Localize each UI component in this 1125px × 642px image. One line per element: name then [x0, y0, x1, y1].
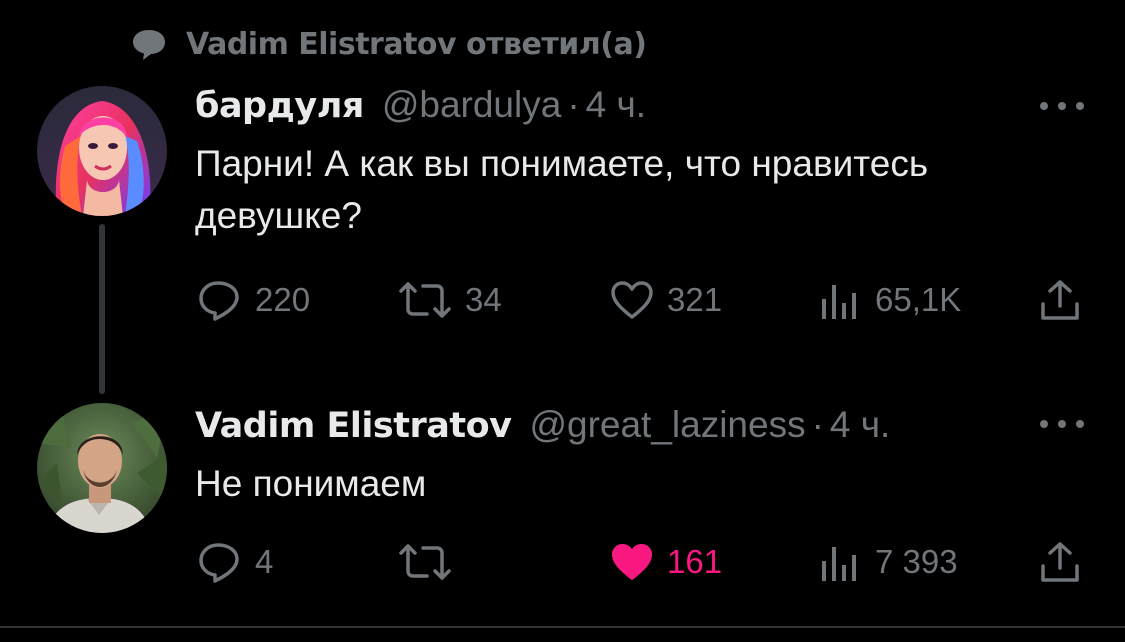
retweet-icon: [399, 282, 451, 318]
illustrated-woman-avatar: [37, 86, 167, 216]
reply-icon: [199, 281, 239, 321]
share-button[interactable]: [1037, 278, 1083, 322]
like-button[interactable]: 321: [609, 278, 722, 322]
display-name[interactable]: бардуля: [195, 86, 364, 126]
views-count: 7 393: [875, 543, 958, 580]
tweet-actions: 4 161 7 393: [197, 540, 1087, 584]
display-name[interactable]: Vadim Elistratov: [195, 406, 512, 446]
speech-bubble-icon: [130, 27, 168, 61]
dot-icon: [1040, 102, 1048, 110]
reply-context-label: Vadim Elistratov ответил(а): [186, 26, 647, 62]
analytics-icon: [822, 285, 856, 319]
reply-count: 4: [255, 543, 274, 580]
dot-icon: [1076, 420, 1084, 428]
divider: [0, 626, 1125, 628]
tweet-text: Не понимаем: [195, 463, 427, 504]
heart-icon: [611, 281, 653, 319]
views-count: 65,1K: [875, 281, 962, 318]
retweet-count: 34: [465, 281, 502, 318]
user-handle[interactable]: @great_laziness: [529, 404, 805, 446]
dot-icon: [1076, 102, 1084, 110]
avatar[interactable]: [37, 86, 167, 216]
reply-context[interactable]: Vadim Elistratov ответил(а): [130, 22, 647, 66]
like-count: 321: [667, 281, 723, 318]
avatar[interactable]: [37, 403, 167, 533]
reply-count: 220: [255, 281, 311, 318]
tweet-actions: 220 34 321 65,1K: [197, 278, 1087, 322]
share-button[interactable]: [1037, 540, 1083, 584]
retweet-icon: [399, 544, 451, 580]
user-handle[interactable]: @bardulya: [382, 84, 562, 126]
reply-button[interactable]: 220: [197, 278, 310, 322]
separator: ·: [811, 404, 824, 445]
timestamp[interactable]: 4 ч.: [586, 84, 646, 126]
tweet-header: бардуля @bardulya · 4 ч.: [195, 84, 646, 126]
more-options-button[interactable]: [1040, 414, 1084, 434]
tweet-text: Парни! А как вы понимаете, что нравитесь…: [195, 143, 929, 236]
share-icon: [1041, 542, 1079, 582]
reply-icon: [199, 543, 239, 583]
views-button[interactable]: 65,1K: [817, 278, 961, 322]
reply-button[interactable]: 4: [197, 540, 273, 584]
timestamp[interactable]: 4 ч.: [830, 404, 890, 446]
views-button[interactable]: 7 393: [817, 540, 958, 584]
separator: ·: [567, 84, 580, 125]
share-icon: [1041, 280, 1079, 320]
thread-connector-line: [99, 224, 105, 394]
man-photo-avatar: [37, 403, 167, 533]
tweet-header: Vadim Elistratov @great_laziness · 4 ч.: [195, 404, 890, 446]
heart-filled-icon: [612, 544, 652, 580]
dot-icon: [1058, 420, 1066, 428]
analytics-icon: [822, 547, 856, 581]
like-count: 161: [667, 543, 723, 580]
more-options-button[interactable]: [1040, 96, 1084, 116]
like-button[interactable]: 161: [609, 540, 722, 584]
retweet-button[interactable]: [397, 540, 465, 584]
dot-icon: [1058, 102, 1066, 110]
retweet-button[interactable]: 34: [397, 278, 502, 322]
dot-icon: [1040, 420, 1048, 428]
